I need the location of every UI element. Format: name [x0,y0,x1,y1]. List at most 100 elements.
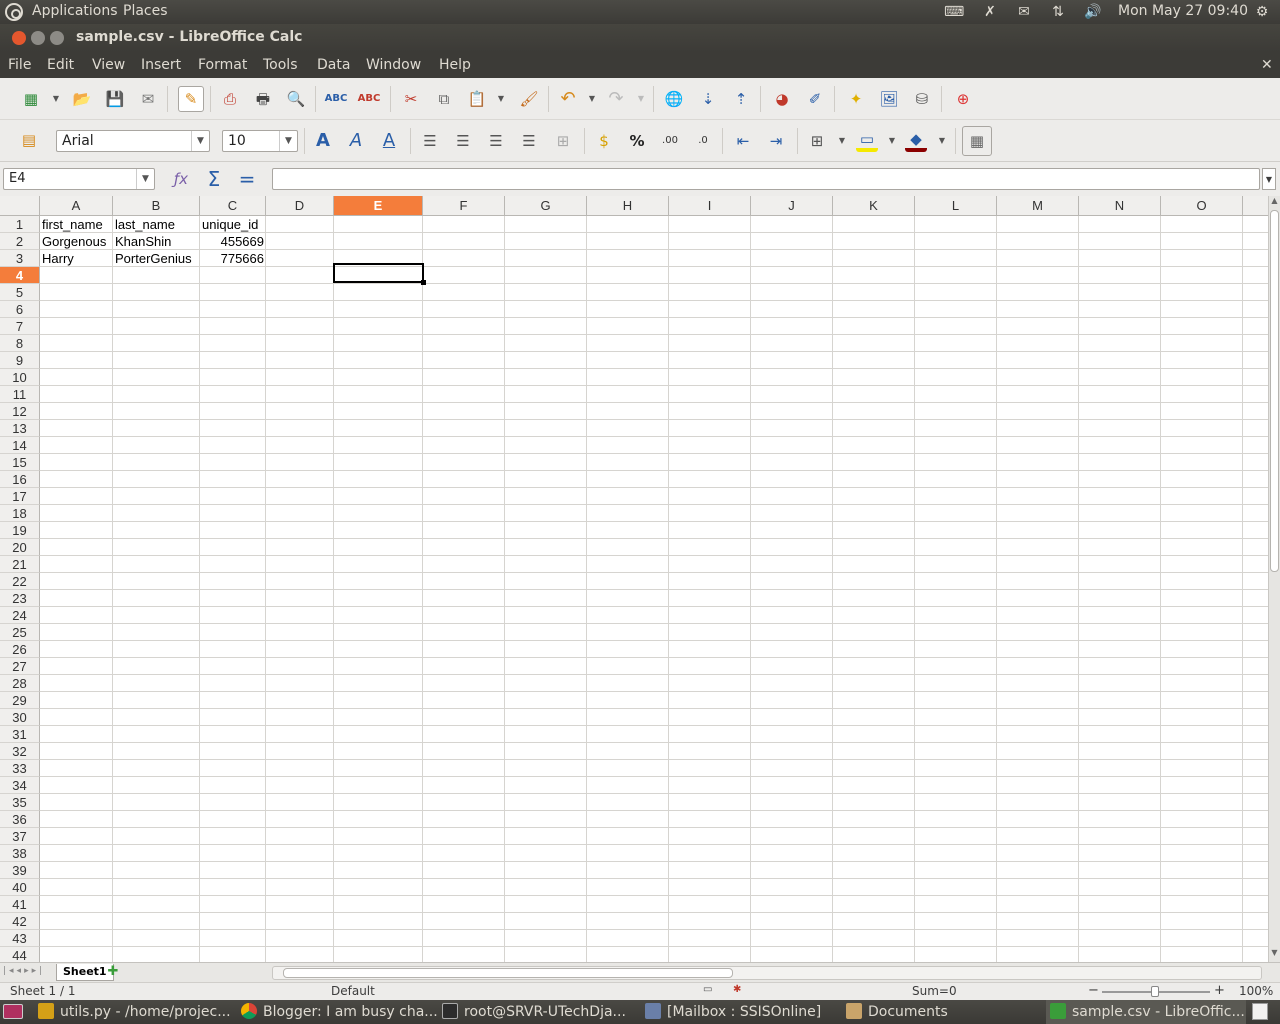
row-header[interactable]: 19 [0,522,40,539]
ubuntu-logo-icon[interactable] [5,3,23,21]
name-box[interactable]: E4 ▼ [3,168,155,190]
row-header[interactable]: 43 [0,930,40,947]
column-header-b[interactable]: B [113,196,200,216]
taskbar-item-blogger[interactable]: Blogger: I am busy cha... [241,1000,437,1024]
session-gear-icon[interactable]: ⚙ [1252,4,1272,20]
export-pdf-icon[interactable]: ⎙ [219,88,241,110]
menu-edit[interactable]: Edit [47,57,74,73]
redo-dropdown-icon[interactable]: ▼ [637,95,645,103]
toggle-grid-icon[interactable]: ▦ [962,126,992,156]
column-header-l[interactable]: L [915,196,997,216]
column-header-m[interactable]: M [997,196,1079,216]
row-header[interactable]: 3 [0,250,40,267]
underline-icon[interactable]: A [378,130,400,152]
font-name-combo[interactable]: Arial ▼ [56,130,210,152]
row-header[interactable]: 22 [0,573,40,590]
cut-icon[interactable]: ✂ [400,88,422,110]
borders-dropdown-icon[interactable]: ▼ [838,137,846,145]
taskbar-item-mailbox[interactable]: [Mailbox : SSISOnline] [645,1000,841,1024]
print-icon[interactable]: 🖶 [252,88,274,110]
row-header[interactable]: 42 [0,913,40,930]
taskbar-item-terminal[interactable]: root@SRVR-UTechDja... [442,1000,642,1024]
row-header[interactable]: 31 [0,726,40,743]
places-menu[interactable]: Places [123,3,168,19]
keyboard-icon[interactable]: ⌨ [944,4,964,20]
gallery-icon[interactable]: 🖼 [878,88,900,110]
taskbar-item-utils-py[interactable]: utils.py - /home/projec... [38,1000,238,1024]
borders-icon[interactable]: ⊞ [806,130,828,152]
zoom-slider-handle[interactable] [1151,986,1159,997]
row-header[interactable]: 6 [0,301,40,318]
cell-c1[interactable]: unique_id [200,216,266,233]
column-header-k[interactable]: K [833,196,915,216]
row-header[interactable]: 35 [0,794,40,811]
navigator-icon[interactable]: ✦ [845,88,867,110]
row-header[interactable]: 11 [0,386,40,403]
row-header[interactable]: 27 [0,658,40,675]
sheet-navigation-icon[interactable]: |◂◂▸▸| [3,966,45,976]
row-header[interactable]: 38 [0,845,40,862]
background-color-dropdown-icon[interactable]: ▼ [888,137,896,145]
column-header-e[interactable]: E [334,196,423,216]
column-header-j[interactable]: J [751,196,833,216]
spreadsheet-grid[interactable]: A B C D E F G H I J K L M N O 1234567891… [0,196,1268,962]
increase-indent-icon[interactable]: ⇥ [765,130,787,152]
font-color-dropdown-icon[interactable]: ▼ [938,137,946,145]
expand-formula-icon[interactable]: ▼ [1262,168,1276,190]
sort-descending-icon[interactable]: ⇡ [730,88,752,110]
cell-a3[interactable]: Harry [40,250,113,267]
new-document-icon[interactable]: ▦ [20,88,42,110]
sum-icon[interactable]: Σ [203,168,225,190]
email-document-icon[interactable]: ✉ [137,88,159,110]
edit-mode-icon[interactable]: ✎ [178,86,204,112]
column-header-n[interactable]: N [1079,196,1161,216]
row-header[interactable]: 9 [0,352,40,369]
formula-input[interactable] [272,168,1260,190]
scroll-down-icon[interactable]: ▼ [1269,948,1280,960]
row-header[interactable]: 44 [0,947,40,962]
spellcheck-icon[interactable]: ABC [325,88,348,110]
redo-icon[interactable]: ↷ [605,88,627,110]
merge-cells-icon[interactable]: ⊞ [552,130,574,152]
show-draw-functions-icon[interactable]: ✐ [804,88,826,110]
percent-format-icon[interactable]: % [626,130,648,152]
clone-formatting-icon[interactable]: 🖌 [518,88,540,110]
name-box-dropdown-icon[interactable]: ▼ [136,169,154,189]
cell-c2[interactable]: 455669 [200,233,266,250]
applications-menu[interactable]: Applications [32,3,118,19]
row-header[interactable]: 13 [0,420,40,437]
background-color-icon[interactable]: ▭ [856,130,878,152]
row-header[interactable]: 18 [0,505,40,522]
select-all-corner[interactable] [0,196,40,216]
menu-file[interactable]: File [8,57,31,73]
align-left-icon[interactable]: ☰ [419,130,441,152]
cell-a2[interactable]: Gorgenous [40,233,113,250]
row-header[interactable]: 29 [0,692,40,709]
row-header[interactable]: 1 [0,216,40,233]
new-dropdown-icon[interactable]: ▼ [52,95,60,103]
cell-b3[interactable]: PorterGenius [113,250,200,267]
column-header-g[interactable]: G [505,196,587,216]
zoom-in-icon[interactable]: + [1214,983,1225,998]
paste-icon[interactable]: 📋 [466,88,488,110]
volume-icon[interactable]: 🔊 [1083,4,1103,20]
maximize-window-button[interactable] [50,31,64,45]
selection-mode-icon[interactable]: ▭ [703,984,712,995]
selected-cell-cursor[interactable] [333,263,424,283]
fill-handle[interactable] [421,280,426,285]
italic-icon[interactable]: A [345,130,367,152]
sum-display[interactable]: Sum=0 [912,984,957,998]
minimize-window-button[interactable] [31,31,45,45]
row-header[interactable]: 10 [0,369,40,386]
column-header-c[interactable]: C [200,196,266,216]
row-header[interactable]: 12 [0,403,40,420]
function-wizard-icon[interactable]: ƒx [170,168,192,190]
sort-ascending-icon[interactable]: ⇣ [697,88,719,110]
row-header[interactable]: 5 [0,284,40,301]
trash-icon[interactable] [1252,1003,1268,1020]
row-header[interactable]: 36 [0,811,40,828]
row-header[interactable]: 17 [0,488,40,505]
font-size-dropdown-icon[interactable]: ▼ [279,131,297,151]
align-right-icon[interactable]: ☰ [485,130,507,152]
cell-b2[interactable]: KhanShin [113,233,200,250]
